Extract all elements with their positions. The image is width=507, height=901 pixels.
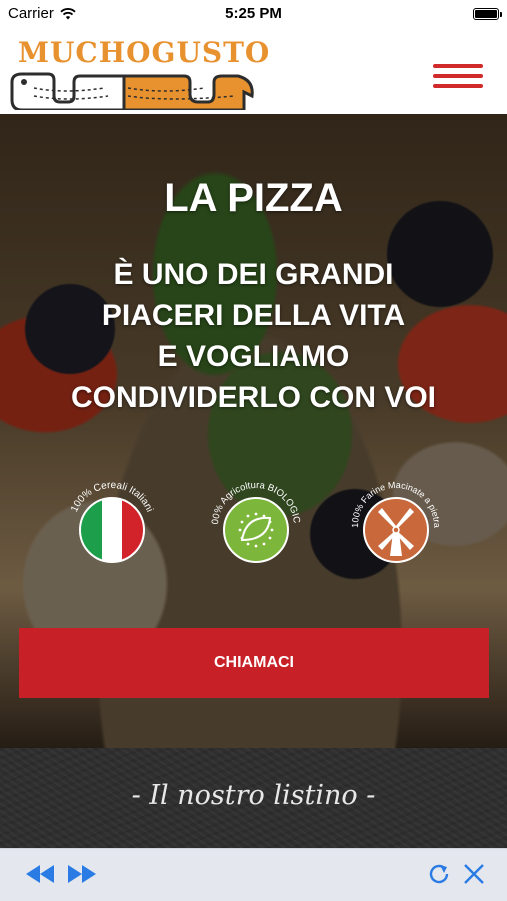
hero-subtitle-line: PIACERI DELLA VITA xyxy=(101,299,406,332)
listino-section: - Il nostro listino - xyxy=(0,748,507,848)
rewind-icon[interactable] xyxy=(24,861,56,887)
snake-logo-icon xyxy=(10,72,254,110)
badge-farine: 100% Farine Macinate a pietra xyxy=(346,474,446,574)
italian-flag-icon xyxy=(79,497,145,563)
hero-subtitle-line: È UNO DEI GRANDI xyxy=(113,258,394,291)
app-header: MUCHOGUSTO xyxy=(0,28,507,114)
hamburger-menu-icon[interactable] xyxy=(433,64,483,94)
logo[interactable]: MUCHOGUSTO xyxy=(8,36,269,110)
hero-title: LA PIZZA xyxy=(164,176,343,220)
close-icon[interactable] xyxy=(462,861,486,887)
windmill-icon xyxy=(363,497,429,563)
badge-cereali: 100% Cereali Italiani xyxy=(62,474,162,574)
menu-bar xyxy=(433,74,483,78)
eu-organic-leaf-icon xyxy=(223,497,289,563)
hero-subtitle-line: CONDIVIDERLO CON VOI xyxy=(70,381,437,414)
status-time: 5:25 PM xyxy=(225,5,282,22)
menu-bar xyxy=(433,84,483,88)
menu-bar xyxy=(433,64,483,68)
browser-toolbar xyxy=(0,848,507,901)
badge-biologica: 100% Agricoltura BIOLOGICA xyxy=(206,474,306,574)
hero-section: LA PIZZA È UNO DEI GRANDI PIACERI DELLA … xyxy=(0,114,507,748)
hero-subtitle: È UNO DEI GRANDI PIACERI DELLA VITA E VO… xyxy=(0,254,507,418)
fast-forward-icon[interactable] xyxy=(66,861,98,887)
listino-title: - Il nostro listino - xyxy=(131,780,376,811)
battery-icon xyxy=(473,8,502,20)
reload-icon[interactable] xyxy=(426,861,452,887)
status-bar: Carrier 5:25 PM xyxy=(0,0,507,28)
call-button[interactable]: CHIAMACI xyxy=(19,628,489,698)
hero-subtitle-line: E VOGLIAMO xyxy=(157,340,350,373)
badges-row: 100% Cereali Italiani 100% Agricoltura B… xyxy=(0,474,507,574)
